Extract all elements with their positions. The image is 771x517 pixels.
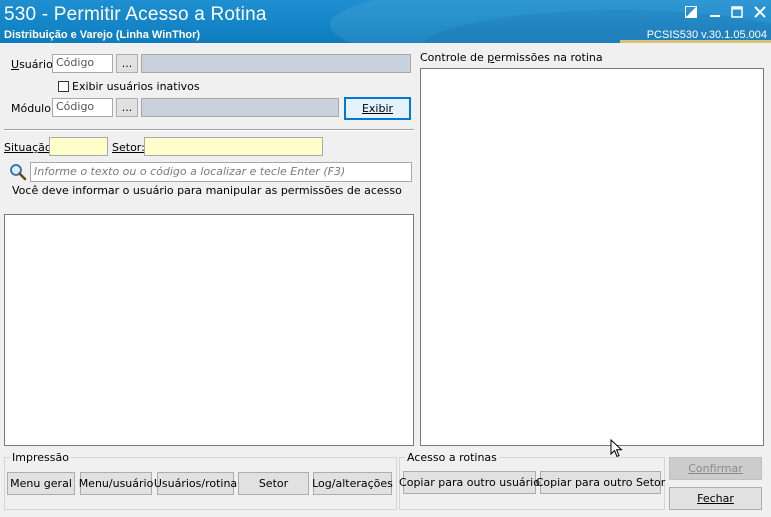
impressao-legend: Impressão (10, 451, 71, 464)
setor-button[interactable]: Setor (238, 472, 309, 495)
modulo-name-field (141, 98, 339, 117)
usuario-label: Usuário: (11, 58, 57, 71)
usuarios-rotina-button[interactable]: Usuários/rotina (154, 472, 237, 495)
permissions-title: Controle de permissões na rotina (420, 51, 603, 64)
confirmar-label: Confirmar (688, 462, 743, 475)
restore-icon[interactable] (683, 5, 699, 19)
show-inactive-checkbox[interactable] (58, 81, 69, 92)
situacao-field[interactable] (49, 137, 108, 156)
menu-usuario-button[interactable]: Menu/usuário (79, 472, 153, 495)
permissions-title-b: ermissões na rotina (494, 51, 603, 64)
setor-label: Setor: (112, 141, 145, 154)
mouse-cursor-icon (610, 438, 623, 461)
exibir-button[interactable]: Exibir (344, 97, 411, 120)
fechar-label: Fechar (697, 492, 734, 505)
copy-to-setor-button[interactable]: Copiar para outro Setor (536, 471, 665, 494)
usuario-name-field (141, 54, 411, 73)
search-input[interactable]: Informe o texto ou o código a localizar … (30, 162, 412, 182)
menu-geral-button[interactable]: Menu geral (7, 472, 75, 495)
modulo-codigo-field[interactable]: Código (52, 98, 113, 117)
copy-to-user-button[interactable]: Copiar para outro usuário (399, 471, 540, 494)
rotinas-tree[interactable] (4, 214, 414, 446)
close-icon[interactable] (752, 5, 768, 19)
permissions-panel[interactable] (420, 68, 764, 446)
modulo-lookup-button[interactable]: ... (116, 98, 138, 117)
title-bar: 530 - Permitir Acesso a Rotina Distribui… (0, 0, 771, 43)
situacao-label: Situação: (4, 141, 56, 154)
title-accent-bar (620, 40, 771, 43)
permissions-title-a: Controle de (420, 51, 488, 64)
search-hint: Você deve informar o usuário para manipu… (12, 184, 402, 197)
confirmar-button[interactable]: Confirmar (669, 457, 762, 480)
window-subtitle: Distribuição e Varejo (Linha WinThor) (4, 29, 201, 41)
maximize-icon[interactable] (729, 5, 745, 19)
fechar-button[interactable]: Fechar (669, 487, 762, 510)
log-alteracoes-button[interactable]: Log/alterações (312, 472, 393, 495)
usuario-codigo-field[interactable]: Código (52, 54, 113, 73)
modulo-label: Módulo: (11, 102, 55, 115)
usuario-lookup-button[interactable]: ... (116, 54, 138, 73)
search-icon[interactable] (9, 163, 27, 181)
window-title: 530 - Permitir Acesso a Rotina (4, 4, 267, 25)
minimize-icon[interactable] (707, 5, 723, 19)
exibir-button-label: Exibir (361, 102, 394, 115)
show-inactive-label: Exibir usuários inativos (72, 80, 200, 93)
usuario-label-first: U (11, 58, 20, 71)
usuario-label-text: suário: (19, 58, 57, 71)
acesso-legend: Acesso a rotinas (405, 451, 499, 464)
separator (4, 129, 414, 131)
setor-field[interactable] (144, 137, 323, 156)
